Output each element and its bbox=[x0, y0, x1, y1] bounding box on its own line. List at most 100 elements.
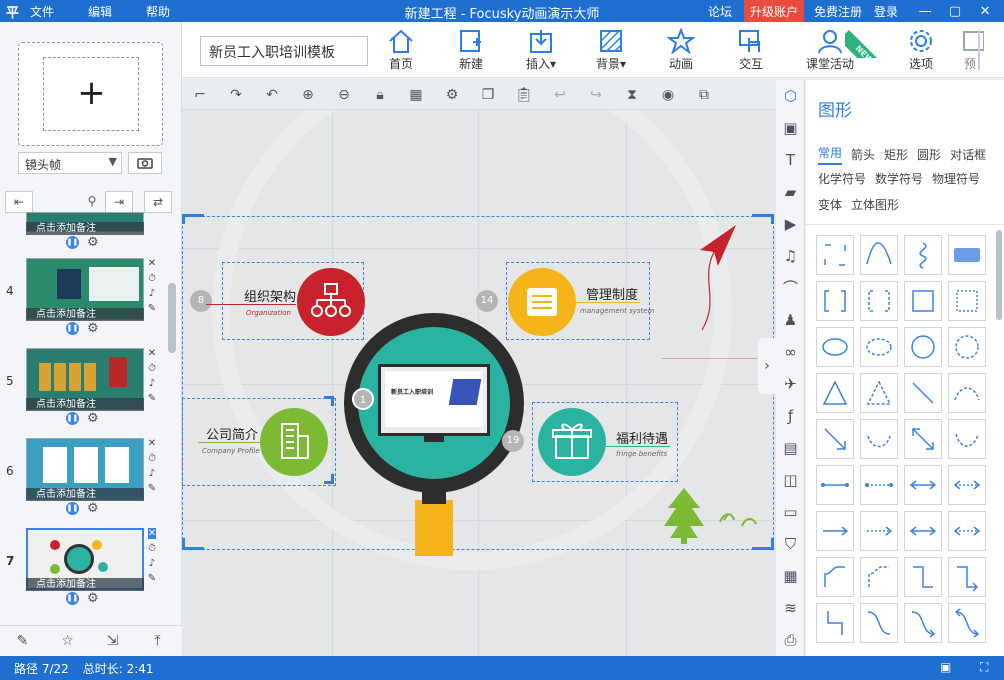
category-variant[interactable]: 变体 bbox=[818, 196, 842, 213]
project-name-field[interactable]: 新员工入职培训模板 bbox=[200, 36, 368, 66]
copy-icon[interactable]: ❐ bbox=[470, 87, 506, 103]
shape-curved-arrow[interactable] bbox=[860, 419, 898, 459]
layers-tab-icon[interactable]: ▤ bbox=[776, 432, 805, 464]
upgrade-button[interactable]: 升级账户 bbox=[744, 0, 805, 23]
shapes-tab-icon[interactable]: ⬡ bbox=[776, 80, 805, 112]
gear-icon[interactable]: ⚙ bbox=[87, 592, 99, 605]
home-button[interactable]: 首页 bbox=[371, 26, 431, 74]
printer-tab-icon[interactable]: ⎙ bbox=[776, 624, 805, 656]
thumbnail-item[interactable]: 点击添加备注 ❚❚ ⚙ bbox=[0, 160, 170, 249]
shape-dashed-brackets[interactable] bbox=[860, 281, 898, 321]
thumbnail-item[interactable]: 5 点击添加备注 ❚❚ ⚙ ✕ ⏱ ♪ ✎ bbox=[0, 342, 170, 430]
shape-arrow-diagonal[interactable] bbox=[816, 419, 854, 459]
fullscreen-icon[interactable]: ⛶ bbox=[980, 660, 988, 675]
shape-dashed-both-arrow[interactable] bbox=[948, 511, 986, 551]
canvas-stage[interactable]: 8 组织架构 Organization 14 管理制度 management s… bbox=[182, 110, 776, 656]
thumbnail-item-selected[interactable]: 7 点击添加备注 ❚❚ ⚙ ✕ ⏱ ♪ ✎ bbox=[0, 522, 170, 610]
shape-double-arrow[interactable] bbox=[904, 419, 942, 459]
bookmark-icon[interactable]: ☆ bbox=[45, 633, 90, 649]
animation-button[interactable]: 动画 bbox=[651, 26, 711, 74]
video-tab-icon[interactable]: ▶ bbox=[776, 208, 805, 240]
background-button[interactable]: 背景▾ bbox=[581, 26, 641, 74]
thumbnail-note[interactable]: 点击添加备注 bbox=[26, 578, 144, 591]
category-dialog[interactable]: 对话框 bbox=[950, 146, 986, 163]
paste-icon[interactable]: 📋︎ bbox=[506, 87, 542, 103]
people-tab-icon[interactable]: ♟ bbox=[776, 304, 805, 336]
shape-both-arrow[interactable] bbox=[904, 511, 942, 551]
login-link[interactable]: 登录 bbox=[874, 3, 898, 20]
shape-dot-dashed-line[interactable] bbox=[860, 465, 898, 505]
pause-icon[interactable]: ❚❚ bbox=[66, 592, 79, 605]
chart-tab-icon[interactable]: ⌒ bbox=[776, 272, 805, 304]
shape-curve-double-arrow[interactable] bbox=[948, 603, 986, 643]
grid-icon[interactable]: ▦ bbox=[398, 87, 434, 103]
category-chemistry[interactable]: 化学符号 bbox=[818, 170, 866, 187]
forum-link[interactable]: 论坛 bbox=[708, 3, 732, 20]
screen-icon[interactable]: ▣ bbox=[940, 660, 951, 674]
redo-icon[interactable]: ↪ bbox=[578, 87, 614, 103]
shape-rect[interactable] bbox=[904, 281, 942, 321]
history-icon[interactable]: ⧗ bbox=[614, 87, 650, 103]
preview-button[interactable]: 预 bbox=[950, 26, 990, 74]
shape-right-arrow[interactable] bbox=[816, 511, 854, 551]
undo-icon[interactable]: ↩ bbox=[542, 87, 578, 103]
category-common[interactable]: 常用 bbox=[818, 144, 843, 165]
pause-icon[interactable]: ❚❚ bbox=[66, 322, 79, 335]
category-math[interactable]: 数学符号 bbox=[875, 170, 923, 187]
shape-arrow-dashed-line[interactable] bbox=[948, 465, 986, 505]
shape-dashed-right-arrow[interactable] bbox=[860, 511, 898, 551]
category-physics[interactable]: 物理符号 bbox=[932, 170, 980, 187]
comment-tab-icon[interactable]: ▰ bbox=[776, 176, 805, 208]
text-tab-icon[interactable]: T bbox=[776, 144, 805, 176]
screenshot-icon[interactable]: ◉ bbox=[650, 87, 686, 103]
selection-handle[interactable] bbox=[182, 214, 204, 224]
import-icon[interactable]: ⇲ bbox=[90, 633, 135, 649]
insert-button[interactable]: 插入▾ bbox=[511, 26, 571, 74]
rotate-left-icon[interactable]: ↶ bbox=[254, 87, 290, 103]
grid-settings-icon[interactable]: ⚙ bbox=[434, 87, 470, 103]
maximize-icon[interactable]: ▢ bbox=[940, 4, 970, 19]
shape-dashed-rect[interactable] bbox=[816, 235, 854, 275]
interaction-button[interactable]: 交互 bbox=[721, 26, 781, 74]
options-button[interactable]: 选项 bbox=[891, 26, 951, 74]
shape-dashed-ellipse[interactable] bbox=[860, 327, 898, 367]
shape-circle[interactable] bbox=[904, 327, 942, 367]
image-tab-icon[interactable]: ▣ bbox=[776, 112, 805, 144]
edit-note-icon[interactable]: ✎ bbox=[0, 633, 45, 649]
shape-filled-rect[interactable] bbox=[948, 235, 986, 275]
stack-tab-icon[interactable]: ≋ bbox=[776, 592, 805, 624]
lock-icon[interactable]: 🔒︎ bbox=[362, 87, 398, 103]
thumbnail-item[interactable]: 4 点击添加备注 ❚❚ ⚙ ✕ ⏱ ♪ ✎ bbox=[0, 252, 170, 340]
music-tab-icon[interactable]: ♫ bbox=[776, 240, 805, 272]
thumbnail-note[interactable]: 点击添加备注 bbox=[26, 222, 144, 235]
shirt-tab-icon[interactable]: ⛉ bbox=[776, 528, 805, 560]
template-tab-icon[interactable]: ▦ bbox=[776, 560, 805, 592]
selection-handle[interactable] bbox=[324, 396, 334, 406]
zoom-out-icon[interactable]: ⊖ bbox=[326, 87, 362, 103]
thumbnail-item[interactable]: 6 点击添加备注 ❚❚ ⚙ ✕ ⏱ ♪ ✎ bbox=[0, 432, 170, 520]
shape-curved-double-arrow[interactable] bbox=[948, 419, 986, 459]
category-rect[interactable]: 矩形 bbox=[884, 146, 908, 163]
add-frame-button[interactable]: + bbox=[18, 42, 163, 146]
shape-curve-arrow[interactable] bbox=[904, 603, 942, 643]
pause-icon[interactable]: ❚❚ bbox=[66, 236, 79, 249]
shape-dashed-circle[interactable] bbox=[948, 327, 986, 367]
scrollbar-thumb[interactable] bbox=[168, 283, 176, 353]
close-icon[interactable]: ✕ bbox=[970, 4, 1000, 19]
thumbnail-note[interactable]: 点击添加备注 bbox=[26, 398, 144, 411]
gear-icon[interactable]: ⚙ bbox=[87, 236, 99, 249]
shape-elbow-arrow[interactable] bbox=[948, 557, 986, 597]
pause-icon[interactable]: ❚❚ bbox=[66, 502, 79, 515]
shape-s-curve[interactable] bbox=[860, 603, 898, 643]
shape-dashed-arc[interactable] bbox=[948, 373, 986, 413]
gallery-tab-icon[interactable]: ◫ bbox=[776, 464, 805, 496]
flash-tab-icon[interactable]: ƒ bbox=[776, 400, 805, 432]
management-title[interactable]: 管理制度 bbox=[586, 284, 638, 303]
shape-line[interactable] bbox=[904, 373, 942, 413]
shape-arrow-line[interactable] bbox=[904, 465, 942, 505]
shape-dot-line[interactable] bbox=[816, 465, 854, 505]
gear-icon[interactable]: ⚙ bbox=[87, 502, 99, 515]
category-arrow[interactable]: 箭头 bbox=[851, 146, 875, 163]
screen-tab-icon[interactable]: ▭ bbox=[776, 496, 805, 528]
expand-panel-handle[interactable]: › bbox=[758, 338, 776, 394]
